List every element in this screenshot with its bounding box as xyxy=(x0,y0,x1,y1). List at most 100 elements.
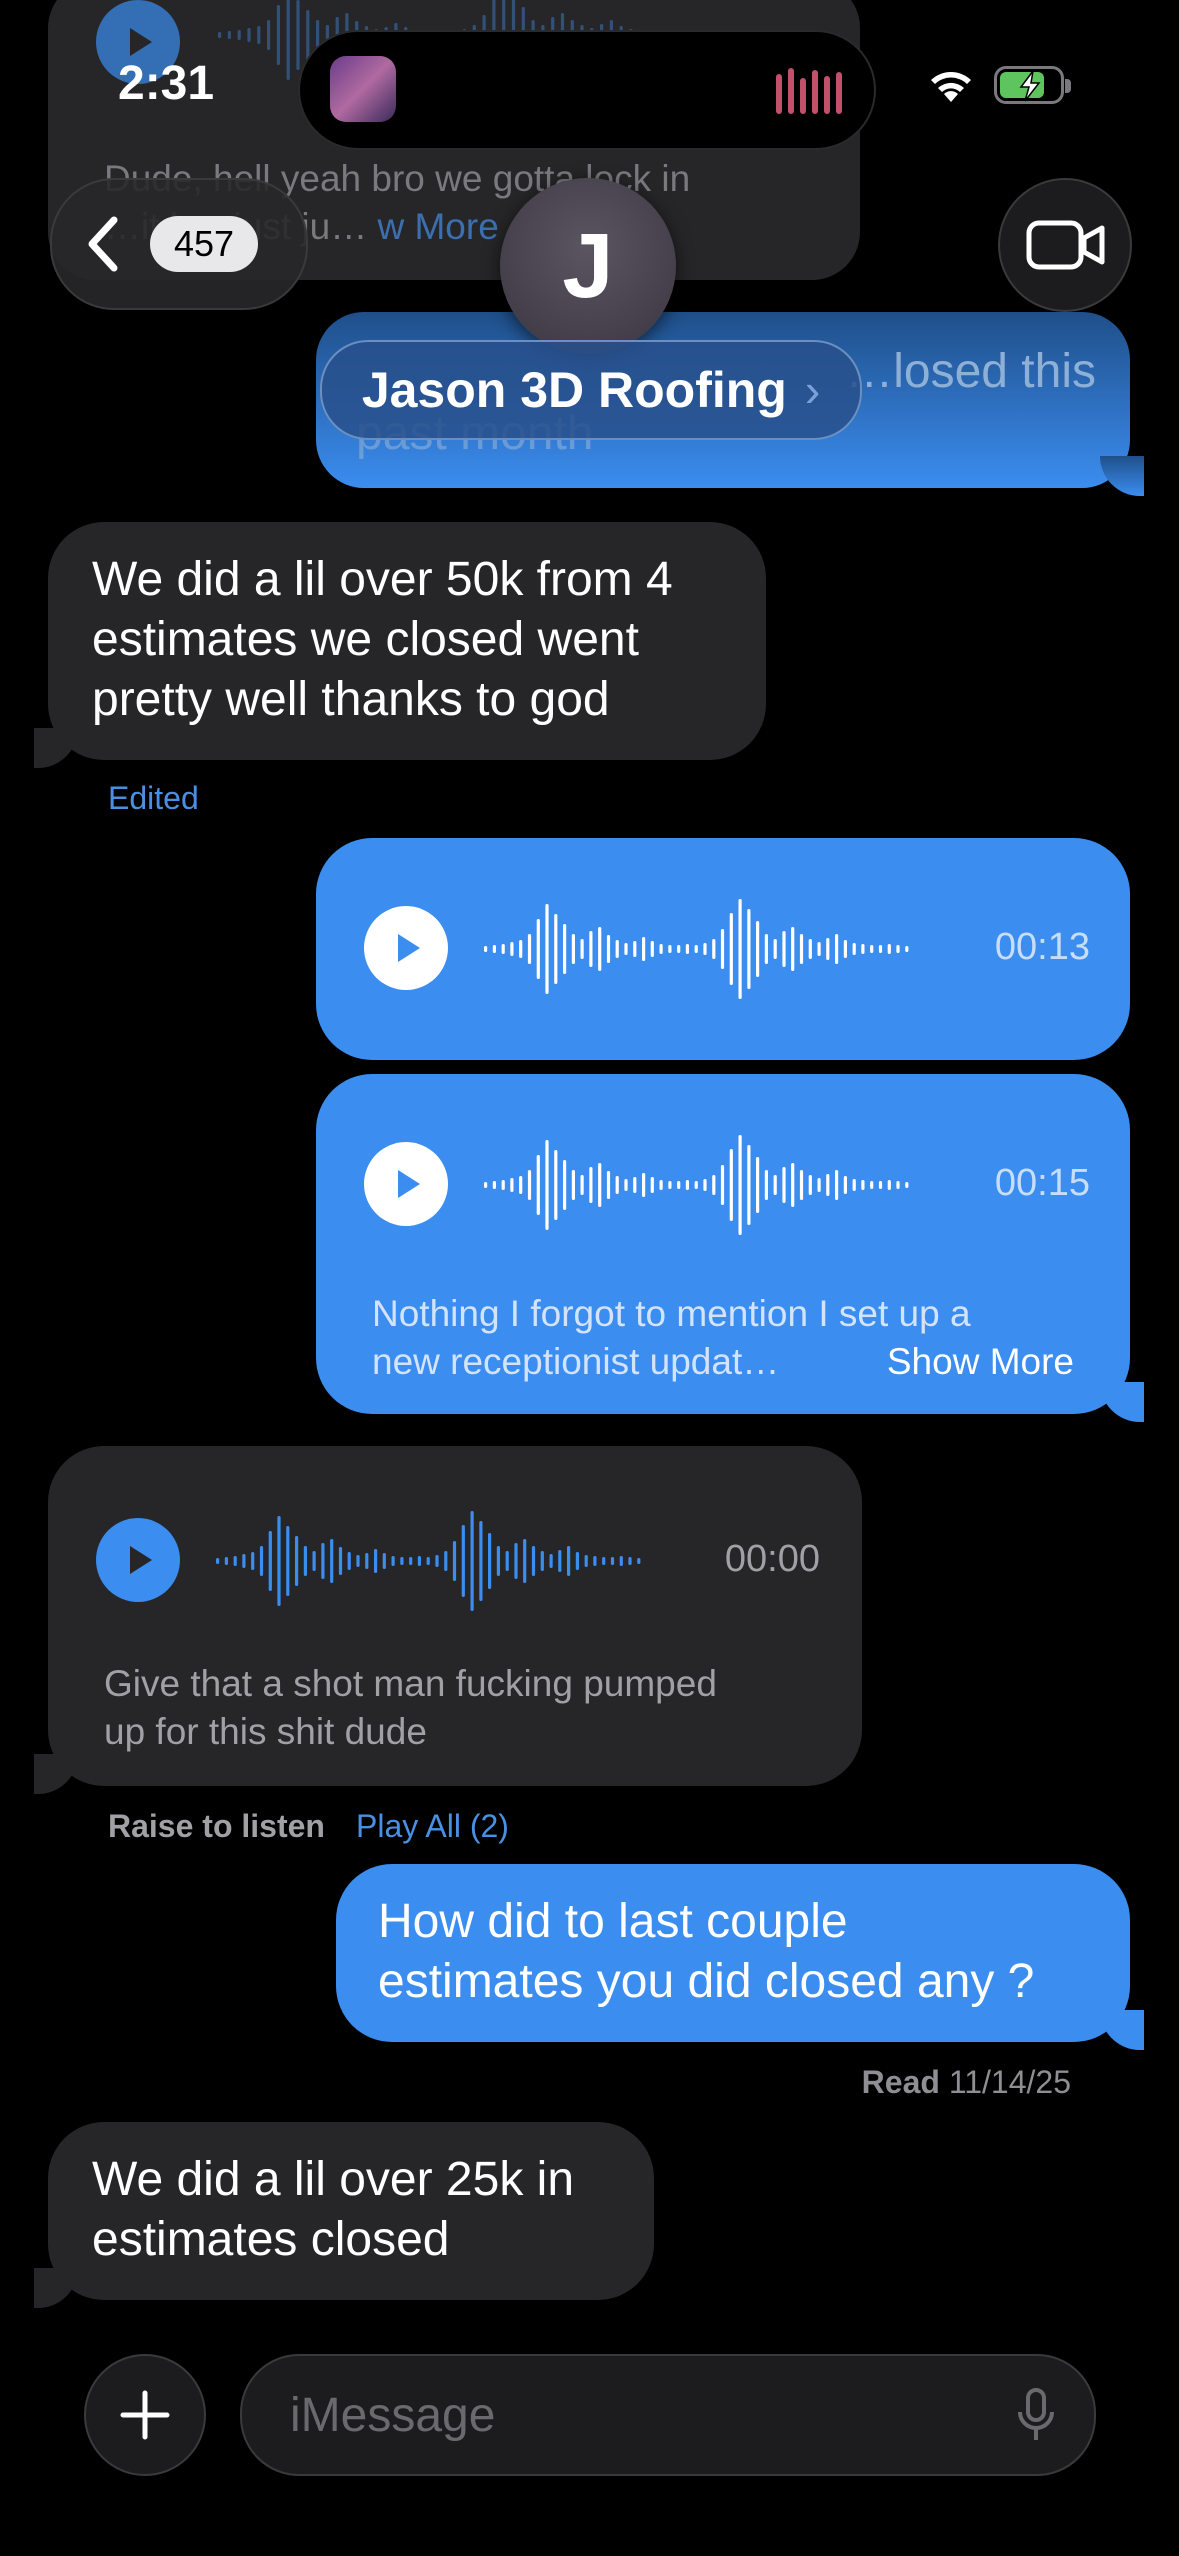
waveform-bar xyxy=(580,939,584,959)
waveform xyxy=(484,1135,909,1235)
play-icon xyxy=(398,1170,420,1198)
avatar[interactable]: J xyxy=(500,178,676,354)
waveform-bar xyxy=(826,1174,830,1196)
message-input[interactable]: iMessage xyxy=(240,2354,1096,2476)
waveform-bar xyxy=(738,899,742,999)
voice-duration: 00:15 xyxy=(994,1162,1090,1204)
waveform-bar xyxy=(773,939,777,959)
transcript-line: Nothing I forgot to mention I set up a xyxy=(372,1293,971,1334)
edited-label[interactable]: Edited xyxy=(108,780,199,817)
unread-count-badge: 457 xyxy=(150,216,259,272)
waveform-bar xyxy=(545,904,549,994)
outgoing-voice-message[interactable]: 00:15 Nothing I forgot to mention I set … xyxy=(316,1074,1144,1422)
waveform-bar xyxy=(712,1175,716,1195)
plus-icon xyxy=(120,2390,170,2440)
play-all-button[interactable]: Play All (2) xyxy=(356,1808,509,1845)
waveform xyxy=(216,1511,641,1611)
waveform-bar xyxy=(400,1557,404,1565)
waveform-bar xyxy=(296,0,300,70)
waveform-bar xyxy=(338,1547,343,1575)
facetime-button[interactable] xyxy=(998,178,1132,312)
video-camera-icon xyxy=(1026,220,1105,270)
waveform-bar xyxy=(374,1549,378,1573)
waveform-bar xyxy=(242,1554,246,1568)
message-line: We did a lil over 25k in xyxy=(92,2153,575,2206)
waveform-bar xyxy=(773,1175,777,1195)
waveform-bar xyxy=(567,1546,571,1576)
waveform-bar xyxy=(694,945,698,953)
waveform-bar xyxy=(417,1556,421,1566)
waveform-bar xyxy=(286,0,290,80)
message-text: We did a lil over 50k from 4 estimates w… xyxy=(92,550,752,730)
play-button[interactable] xyxy=(364,1142,448,1226)
waveform-bar xyxy=(896,945,900,953)
waveform-bar xyxy=(218,32,222,38)
waveform-bar xyxy=(554,914,558,984)
waveform-bar xyxy=(461,1525,465,1597)
waveform-bar xyxy=(685,944,689,954)
waveform-bar xyxy=(791,1163,795,1207)
waveform-bar xyxy=(628,1557,632,1565)
play-button[interactable] xyxy=(364,906,448,990)
incoming-voice-message[interactable]: 00:00 Give that a shot man fucking pumpe… xyxy=(34,1446,862,1794)
waveform-bar xyxy=(527,934,532,964)
partial-outgoing-line-1: …losed this xyxy=(845,345,1096,398)
waveform-bar xyxy=(642,1173,646,1197)
waveform-bar xyxy=(276,5,280,65)
waveform-bar xyxy=(598,927,602,971)
add-attachment-button[interactable] xyxy=(84,2354,206,2476)
incoming-message[interactable]: We did a lil over 50k from 4 estimates w… xyxy=(34,522,766,768)
waveform-bar xyxy=(878,1181,883,1189)
waveform-bar xyxy=(259,1546,264,1576)
waveform-bar xyxy=(492,1181,496,1189)
waveform-bar xyxy=(563,1160,567,1210)
waveform-bar xyxy=(817,942,821,956)
wifi-icon xyxy=(931,72,971,102)
waveform-bar xyxy=(519,940,523,958)
waveform-bar xyxy=(452,1541,457,1581)
waveform-bar xyxy=(905,1182,909,1188)
waveform-bar xyxy=(580,1175,584,1195)
microphone-icon[interactable] xyxy=(1016,2386,1056,2444)
waveform-bar xyxy=(224,1557,228,1565)
waveform-bar xyxy=(791,927,795,971)
back-button[interactable]: 457 xyxy=(50,178,308,310)
waveform-bar xyxy=(870,1181,874,1189)
waveform-bar xyxy=(267,20,271,50)
waveform-bar xyxy=(843,940,847,958)
now-playing-artwork xyxy=(330,56,396,122)
raise-to-listen-label: Raise to listen xyxy=(108,1808,325,1844)
voice-transcript: Give that a shot man fucking pumped up f… xyxy=(104,1660,824,1756)
waveform-bar xyxy=(703,1179,707,1191)
waveform-bar xyxy=(615,940,619,958)
waveform-bar xyxy=(501,944,505,954)
contact-name-pill[interactable]: Jason 3D Roofing › xyxy=(320,340,862,440)
waveform-bar xyxy=(382,1553,386,1569)
waveform-bar xyxy=(510,1178,514,1192)
message-line: We did a lil over 50k from 4 xyxy=(92,553,673,606)
waveform-bar xyxy=(729,1149,733,1221)
waveform-bar xyxy=(575,1552,579,1570)
waveform-bar xyxy=(633,941,637,957)
incoming-message[interactable]: We did a lil over 25k in estimates close… xyxy=(34,2122,654,2308)
read-label: Read xyxy=(861,2064,940,2100)
play-button[interactable] xyxy=(96,1518,180,1602)
waveform-bar xyxy=(598,1163,602,1207)
waveform-bar xyxy=(606,935,611,963)
outgoing-message[interactable]: How did to last couple estimates you did… xyxy=(336,1864,1144,2050)
dynamic-island[interactable] xyxy=(298,30,876,150)
waveform-bar xyxy=(659,944,663,954)
outgoing-voice-message[interactable]: 00:13 xyxy=(316,838,1130,1060)
waveform-bar xyxy=(501,1180,505,1190)
waveform-bar xyxy=(756,1157,760,1213)
waveform-bar xyxy=(835,1170,839,1200)
waveform-bar xyxy=(330,1539,334,1583)
waveform-bar xyxy=(852,1179,856,1191)
status-time: 2:31 xyxy=(118,57,215,110)
waveform-bar xyxy=(624,943,628,955)
waveform-bar xyxy=(905,946,909,952)
show-more-button[interactable]: Show More xyxy=(887,1338,1074,1386)
waveform-bar xyxy=(247,28,251,42)
waveform-bar xyxy=(536,919,540,979)
partial-show-more[interactable]: w More xyxy=(377,206,498,247)
